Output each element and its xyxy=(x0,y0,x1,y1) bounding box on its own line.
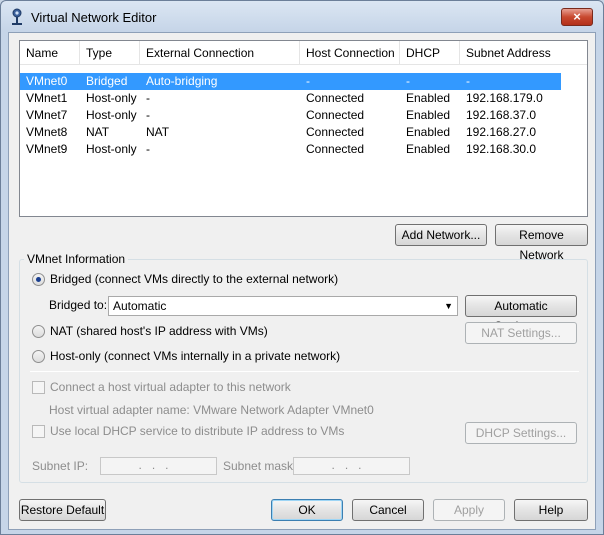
column-header-host-connection[interactable]: Host Connection xyxy=(300,41,400,65)
table-row[interactable]: VMnet8 NAT NAT Connected Enabled 192.168… xyxy=(20,124,561,141)
cell-name: VMnet9 xyxy=(26,142,68,156)
subnet-mask-label: Subnet mask: xyxy=(223,459,297,473)
column-header-external-connection[interactable]: External Connection xyxy=(140,41,300,65)
cell-subnet: 192.168.30.0 xyxy=(466,142,537,156)
cell-subnet: - xyxy=(466,74,470,88)
bridged-to-value: Automatic xyxy=(113,299,167,313)
table-row[interactable]: VMnet7 Host-only - Connected Enabled 192… xyxy=(20,107,561,124)
cell-host: Connected xyxy=(306,142,365,156)
cell-type: Host-only xyxy=(86,108,137,122)
cell-name: VMnet0 xyxy=(26,74,68,88)
window-title: Virtual Network Editor xyxy=(31,10,157,25)
network-list[interactable]: Name Type External Connection Host Conne… xyxy=(19,40,588,217)
cell-external: - xyxy=(146,142,150,156)
cell-dhcp: Enabled xyxy=(406,91,451,105)
subnet-ip-input[interactable]: ... xyxy=(100,457,217,475)
title-bar[interactable]: Virtual Network Editor × xyxy=(1,1,603,33)
bridged-to-select[interactable]: Automatic ▼ xyxy=(108,296,458,316)
hostonly-label[interactable]: Host-only (connect VMs internally in a p… xyxy=(50,349,340,363)
vmware-network-icon xyxy=(12,8,22,25)
table-row[interactable]: VMnet0 Bridged Auto-bridging - - - xyxy=(20,73,561,90)
cell-external: Auto-bridging xyxy=(146,74,218,88)
dropdown-arrow-icon: ▼ xyxy=(444,301,453,311)
cell-host: Connected xyxy=(306,125,365,139)
close-button[interactable]: × xyxy=(561,8,593,26)
virtual-network-editor-window: Virtual Network Editor × Name Type Exter… xyxy=(0,0,604,535)
separator xyxy=(30,371,579,372)
cell-host: - xyxy=(306,74,310,88)
subnet-ip-label: Subnet IP: xyxy=(32,459,89,473)
cell-subnet: 192.168.179.0 xyxy=(466,91,543,105)
restore-default-button[interactable]: Restore Default xyxy=(19,499,106,521)
cell-type: Host-only xyxy=(86,142,137,156)
column-header-subnet-address[interactable]: Subnet Address xyxy=(460,41,583,65)
apply-button[interactable]: Apply xyxy=(433,499,505,521)
connect-adapter-checkbox[interactable] xyxy=(32,381,45,394)
column-header-dhcp[interactable]: DHCP xyxy=(400,41,460,65)
help-button[interactable]: Help xyxy=(514,499,588,521)
dhcp-checkbox[interactable] xyxy=(32,425,45,438)
table-row[interactable]: VMnet9 Host-only - Connected Enabled 192… xyxy=(20,141,561,158)
connect-adapter-label[interactable]: Connect a host virtual adapter to this n… xyxy=(50,380,291,394)
group-label: VMnet Information xyxy=(24,252,129,266)
cell-dhcp: Enabled xyxy=(406,125,451,139)
table-row[interactable]: VMnet1 Host-only - Connected Enabled 192… xyxy=(20,90,561,107)
cell-external: NAT xyxy=(146,125,170,139)
cell-subnet: 192.168.27.0 xyxy=(466,125,537,139)
adapter-name-label: Host virtual adapter name: VMware Networ… xyxy=(49,403,374,417)
bridged-radio[interactable] xyxy=(32,273,45,286)
remove-network-button[interactable]: Remove Network xyxy=(495,224,588,262)
bridged-to-label: Bridged to: xyxy=(49,298,108,312)
column-header-name[interactable]: Name xyxy=(20,41,80,65)
bridged-label[interactable]: Bridged (connect VMs directly to the ext… xyxy=(50,272,338,286)
nat-radio[interactable] xyxy=(32,325,45,338)
dhcp-settings-button[interactable]: DHCP Settings... xyxy=(465,422,577,444)
vmnet-information-group: VMnet Information Bridged (connect VMs d… xyxy=(19,252,588,483)
cell-name: VMnet1 xyxy=(26,91,68,105)
add-network-button[interactable]: Add Network... xyxy=(395,224,487,246)
cell-host: Connected xyxy=(306,91,365,105)
cell-type: NAT xyxy=(86,125,110,139)
cancel-button[interactable]: Cancel xyxy=(352,499,424,521)
cell-dhcp: - xyxy=(406,74,410,88)
hostonly-radio[interactable] xyxy=(32,350,45,363)
cell-dhcp: Enabled xyxy=(406,108,451,122)
cell-name: VMnet7 xyxy=(26,108,68,122)
cell-host: Connected xyxy=(306,108,365,122)
nat-settings-button[interactable]: NAT Settings... xyxy=(465,322,577,344)
close-icon: × xyxy=(573,9,581,24)
cell-name: VMnet8 xyxy=(26,125,68,139)
dialog-client-area: Name Type External Connection Host Conne… xyxy=(8,32,596,530)
automatic-settings-button[interactable]: Automatic Settings... xyxy=(465,295,577,333)
cell-dhcp: Enabled xyxy=(406,142,451,156)
nat-label[interactable]: NAT (shared host's IP address with VMs) xyxy=(50,324,268,338)
cell-subnet: 192.168.37.0 xyxy=(466,108,537,122)
subnet-mask-input[interactable]: ... xyxy=(293,457,410,475)
cell-external: - xyxy=(146,91,150,105)
dhcp-label[interactable]: Use local DHCP service to distribute IP … xyxy=(50,424,344,438)
cell-external: - xyxy=(146,108,150,122)
cell-type: Bridged xyxy=(86,74,128,88)
cell-type: Host-only xyxy=(86,91,137,105)
ok-button[interactable]: OK xyxy=(271,499,343,521)
column-header-type[interactable]: Type xyxy=(80,41,140,65)
list-header: Name Type External Connection Host Conne… xyxy=(20,41,587,65)
